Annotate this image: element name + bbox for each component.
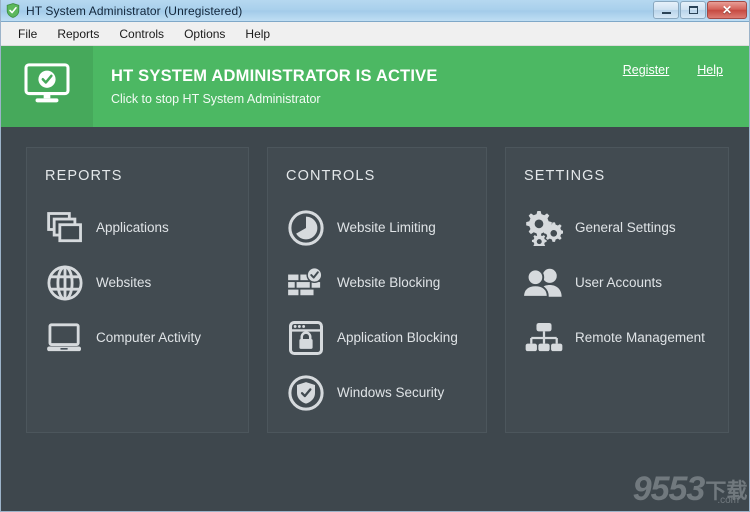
watermark-cn-text: 下载 — [705, 480, 748, 503]
banner-links: Register Help — [623, 63, 723, 77]
item-computer-activity[interactable]: Computer Activity — [45, 310, 248, 365]
stacked-windows-icon — [45, 208, 85, 248]
panel-reports-title: REPORTS — [45, 168, 123, 184]
title-bar: HT System Administrator (Unregistered) ✕ — [1, 0, 749, 22]
menu-file[interactable]: File — [9, 24, 46, 44]
banner-subtitle: Click to stop HT System Administrator — [111, 91, 321, 106]
window-title: HT System Administrator (Unregistered) — [26, 3, 243, 18]
shield-check-icon — [6, 3, 20, 18]
item-websites[interactable]: Websites — [45, 255, 248, 310]
item-website-limiting[interactable]: Website Limiting — [286, 200, 486, 255]
monitor-check-icon — [24, 63, 70, 110]
network-tree-icon — [524, 318, 564, 358]
watermark-domain: .com — [717, 495, 739, 506]
panel-controls-title: CONTROLS — [286, 168, 376, 184]
menu-controls[interactable]: Controls — [110, 24, 173, 44]
globe-icon — [45, 263, 85, 303]
register-link[interactable]: Register — [623, 63, 670, 77]
item-remote-management[interactable]: Remote Management — [524, 310, 728, 365]
laptop-icon — [45, 318, 85, 358]
minimize-icon — [661, 11, 671, 14]
help-link[interactable]: Help — [697, 63, 723, 77]
menu-reports[interactable]: Reports — [48, 24, 108, 44]
item-application-blocking-label: Application Blocking — [337, 330, 458, 345]
item-application-blocking[interactable]: Application Blocking — [286, 310, 486, 365]
item-computer-activity-label: Computer Activity — [96, 330, 202, 345]
item-general-settings-label: General Settings — [575, 220, 676, 235]
panel-controls: CONTROLS Website Limiting Website Blocki… — [267, 147, 488, 433]
maximize-button[interactable] — [680, 1, 706, 19]
firewall-check-icon — [286, 263, 326, 303]
window-lock-icon — [286, 318, 326, 358]
site-watermark: 9553 下载 .com — [632, 469, 748, 508]
panel-settings-title: SETTINGS — [524, 168, 606, 184]
close-icon: ✕ — [721, 3, 733, 17]
item-remote-management-label: Remote Management — [575, 330, 705, 345]
clock-icon — [286, 208, 326, 248]
item-websites-label: Websites — [96, 275, 152, 290]
panel-settings: SETTINGS General Settings User Accounts … — [505, 147, 729, 433]
item-website-limiting-label: Website Limiting — [337, 220, 436, 235]
maximize-icon — [688, 6, 698, 14]
banner-text-block: HT SYSTEM ADMINISTRATOR IS ACTIVE Click … — [93, 46, 749, 127]
panels-container: REPORTS Applications Websites Computer A… — [1, 127, 749, 437]
item-website-blocking[interactable]: Website Blocking — [286, 255, 486, 310]
panel-reports: REPORTS Applications Websites Computer A… — [26, 147, 249, 433]
menu-bar: File Reports Controls Options Help — [1, 22, 749, 46]
item-user-accounts[interactable]: User Accounts — [524, 255, 728, 310]
item-windows-security-label: Windows Security — [337, 385, 445, 400]
item-applications-label: Applications — [96, 220, 169, 235]
app-window: HT System Administrator (Unregistered) ✕… — [0, 0, 750, 512]
gears-icon — [524, 208, 564, 248]
window-controls: ✕ — [653, 1, 747, 19]
close-button[interactable]: ✕ — [707, 1, 747, 19]
item-user-accounts-label: User Accounts — [575, 275, 663, 290]
watermark-number: 9553 — [632, 469, 706, 508]
item-applications[interactable]: Applications — [45, 200, 248, 255]
menu-options[interactable]: Options — [175, 24, 234, 44]
shield-check-circle-icon — [286, 373, 326, 413]
banner-icon-box — [1, 46, 93, 127]
status-banner[interactable]: HT SYSTEM ADMINISTRATOR IS ACTIVE Click … — [1, 46, 749, 127]
item-windows-security[interactable]: Windows Security — [286, 365, 486, 420]
minimize-button[interactable] — [653, 1, 679, 19]
item-website-blocking-label: Website Blocking — [337, 275, 441, 290]
item-general-settings[interactable]: General Settings — [524, 200, 728, 255]
menu-help[interactable]: Help — [236, 24, 279, 44]
users-icon — [524, 263, 564, 303]
